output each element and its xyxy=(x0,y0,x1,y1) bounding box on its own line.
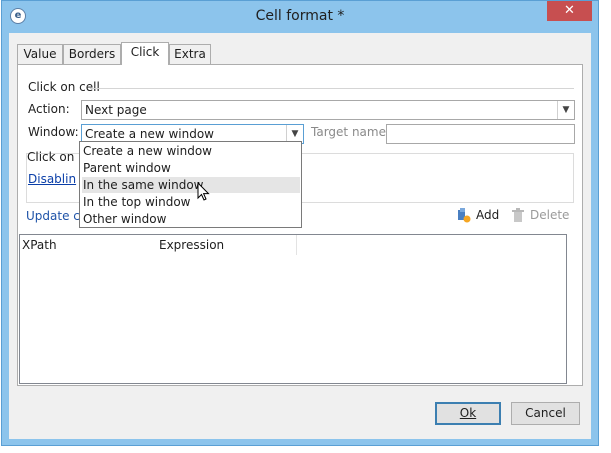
ok-label: Ok xyxy=(459,406,477,420)
section-title: Click on cell xyxy=(28,80,100,94)
column-header-xpath[interactable]: XPath xyxy=(20,235,57,255)
window-label: Window: xyxy=(28,125,79,139)
chevron-down-icon[interactable]: ▼ xyxy=(557,101,574,119)
action-label: Action: xyxy=(28,102,70,116)
target-name-label: Target name: xyxy=(311,125,391,139)
cancel-button[interactable]: Cancel xyxy=(511,402,580,425)
dropdown-option[interactable]: Create a new window xyxy=(82,143,300,159)
group-title: Click on xyxy=(27,150,75,164)
tab-extra[interactable]: Extra xyxy=(169,44,211,64)
window-dropdown-list: Create a new window Parent window In the… xyxy=(79,141,302,228)
window-select-value: Create a new window xyxy=(85,127,214,141)
add-button[interactable]: Add xyxy=(476,208,499,222)
update-link[interactable]: Update c xyxy=(26,209,80,223)
close-button[interactable]: ✕ xyxy=(547,1,592,21)
grid-header: XPath Expression xyxy=(20,235,566,255)
trash-icon[interactable] xyxy=(511,208,525,223)
column-separator xyxy=(296,235,297,255)
add-icon[interactable] xyxy=(457,208,471,223)
tab-borders[interactable]: Borders xyxy=(63,44,121,64)
dropdown-option[interactable]: In the top window xyxy=(82,194,300,210)
dropdown-option[interactable]: In the same window xyxy=(82,177,300,193)
ok-button[interactable]: Ok xyxy=(435,402,501,425)
section-divider xyxy=(90,88,574,89)
disable-link[interactable]: Disablin xyxy=(28,172,76,186)
window-title: Cell format * xyxy=(255,8,345,24)
dropdown-option[interactable]: Parent window xyxy=(82,160,300,176)
tab-click[interactable]: Click xyxy=(121,42,169,65)
action-select[interactable]: Next page ▼ xyxy=(81,100,575,120)
cancel-label: Cancel xyxy=(525,406,566,420)
title-bar[interactable]: e Cell format * ✕ xyxy=(2,1,598,33)
dialog-client-area: Value Borders Click Extra Click on cell … xyxy=(9,33,591,439)
action-select-value: Next page xyxy=(85,103,147,117)
delete-button[interactable]: Delete xyxy=(530,208,569,222)
column-header-expression[interactable]: Expression xyxy=(157,235,224,255)
mouse-cursor-icon xyxy=(197,182,210,201)
target-name-input[interactable] xyxy=(386,124,575,144)
dropdown-option[interactable]: Other window xyxy=(82,211,300,227)
expression-grid[interactable]: XPath Expression xyxy=(19,234,567,384)
tab-value[interactable]: Value xyxy=(17,44,63,64)
